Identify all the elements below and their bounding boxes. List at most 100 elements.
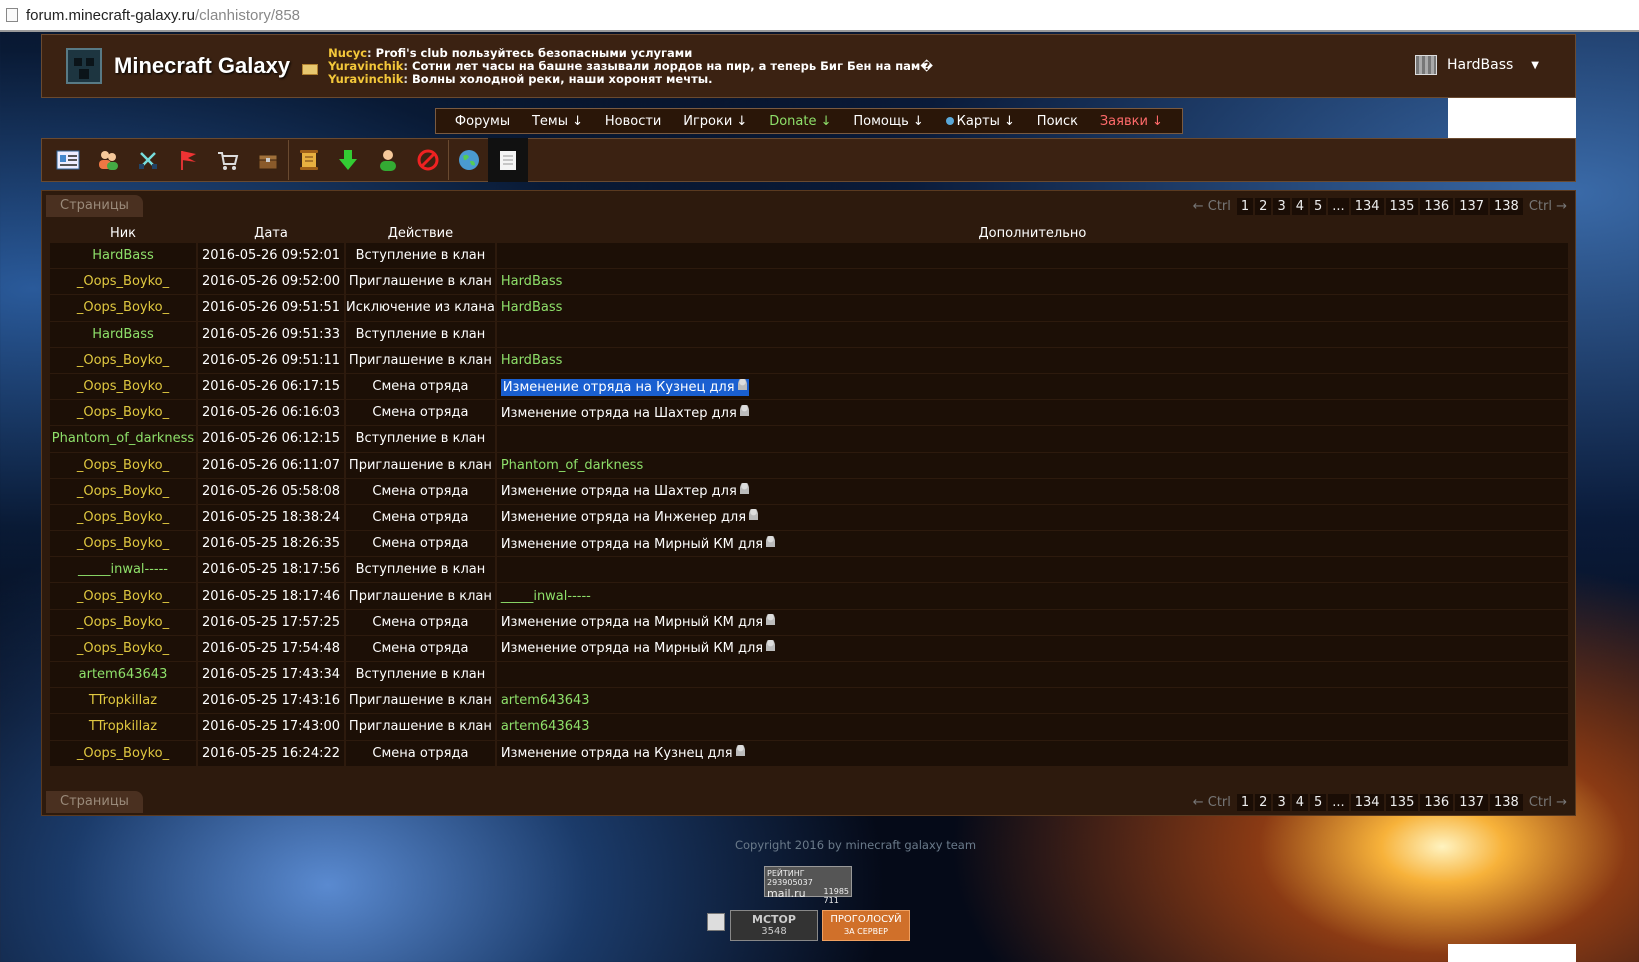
rating-number: 711	[823, 896, 839, 905]
nav-forums[interactable]: Форумы	[455, 114, 510, 129]
chat-user[interactable]: Nucyc	[328, 46, 367, 60]
nick-cell[interactable]: _Oops_Boyko_	[50, 478, 196, 504]
nick-cell[interactable]: _Oops_Boyko_	[50, 740, 196, 766]
nick-cell[interactable]: _Oops_Boyko_	[50, 295, 196, 321]
action-cell: Вступление в клан	[346, 557, 495, 583]
vote-button[interactable]: ПРОГОЛОСУЙ ЗА СЕРВЕР	[822, 910, 910, 941]
action-cell: Смена отряда	[346, 635, 495, 661]
page-link[interactable]: 134	[1350, 197, 1384, 215]
nick-cell[interactable]: Phantom_of_darkness	[50, 426, 196, 452]
nick-cell[interactable]: TTropkillaz	[50, 714, 196, 740]
globe-icon[interactable]	[448, 140, 488, 180]
nick-cell[interactable]: HardBass	[50, 243, 196, 269]
player-icon[interactable]	[368, 140, 408, 180]
nav-news[interactable]: Новости	[605, 114, 662, 129]
player-link[interactable]: HardBass	[501, 353, 563, 368]
page-link[interactable]: 3	[1273, 793, 1290, 811]
extra-cell: HardBass	[496, 269, 1568, 295]
next-page-link[interactable]: Ctrl →	[1525, 795, 1571, 810]
nick-cell[interactable]: _Oops_Boyko_	[50, 373, 196, 400]
username[interactable]: HardBass	[1447, 57, 1513, 73]
nick-cell[interactable]: TTropkillaz	[50, 688, 196, 714]
table-row: TTropkillaz 2016-05-25 17:43:00 Приглашени…	[50, 714, 1568, 740]
mctop-badge[interactable]: MCTOP 3548	[730, 910, 818, 941]
squad-change-text: Изменение отряда на Мирный КМ для	[500, 641, 764, 657]
users-icon[interactable]	[88, 140, 128, 180]
page-link[interactable]: 2	[1255, 793, 1272, 811]
page-link[interactable]: 1	[1236, 197, 1254, 215]
page-link[interactable]: 137	[1455, 197, 1489, 215]
date-cell: 2016-05-26 09:51:33	[198, 321, 344, 347]
envelope-icon[interactable]	[302, 63, 319, 75]
chest-icon[interactable]	[248, 140, 288, 180]
player-link[interactable]: artem643643	[501, 719, 590, 734]
nick-cell[interactable]: _Oops_Boyko_	[50, 452, 196, 478]
page-link[interactable]: 136	[1420, 197, 1454, 215]
player-link[interactable]: artem643643	[501, 693, 590, 708]
nav-help[interactable]: Помощь ↓	[853, 114, 923, 129]
nick-cell[interactable]: _Oops_Boyko_	[50, 635, 196, 661]
player-link[interactable]: Phantom_of_darkness	[501, 458, 643, 473]
page-link[interactable]: 137	[1455, 793, 1489, 811]
nick-cell[interactable]: artem643643	[50, 662, 196, 688]
nav-search[interactable]: Поиск	[1037, 114, 1078, 129]
user-menu[interactable]: HardBass ▼	[1415, 55, 1539, 75]
date-cell: 2016-05-25 17:43:16	[198, 688, 344, 714]
address-bar[interactable]: forum.minecraft-galaxy.ru/clanhistory/85…	[0, 0, 1639, 32]
creeper-logo-icon[interactable]	[66, 48, 102, 84]
download-arrow-icon[interactable]	[328, 140, 368, 180]
page-link[interactable]: 4	[1291, 197, 1309, 215]
date-cell: 2016-05-25 17:43:34	[198, 662, 344, 688]
nick-cell[interactable]: _Oops_Boyko_	[50, 400, 196, 426]
page-link[interactable]: 138	[1490, 197, 1523, 215]
page-link[interactable]: 5	[1310, 197, 1327, 215]
avatar	[1415, 55, 1438, 75]
page-link[interactable]: 2	[1255, 197, 1272, 215]
dropdown-arrow-icon[interactable]: ▼	[1531, 60, 1539, 71]
profile-card-icon[interactable]	[48, 140, 88, 180]
shop-cart-icon[interactable]	[208, 140, 248, 180]
page-link[interactable]: 135	[1385, 197, 1419, 215]
nick-cell[interactable]: HardBass	[50, 321, 196, 347]
extra-cell: artem643643	[496, 688, 1568, 714]
page-link[interactable]: 4	[1291, 793, 1309, 811]
page-link[interactable]: 138	[1490, 793, 1523, 811]
page-link[interactable]: 3	[1273, 197, 1290, 215]
page-link[interactable]: 135	[1385, 793, 1419, 811]
player-link[interactable]: HardBass	[501, 300, 563, 315]
pagination-top: Страницы ← Ctrl 1 2 3 4 5 ... 134 135 13…	[46, 195, 1573, 217]
page-link[interactable]: 136	[1420, 793, 1454, 811]
notepad-icon[interactable]	[488, 138, 528, 182]
ban-icon[interactable]	[408, 140, 448, 180]
nick-cell[interactable]: _Oops_Boyko_	[50, 609, 196, 635]
page-link[interactable]: 5	[1310, 793, 1327, 811]
nav-topics[interactable]: Темы ↓	[532, 114, 583, 129]
nick-cell[interactable]: _Oops_Boyko_	[50, 583, 196, 609]
chat-user[interactable]: Yuravinchik	[328, 59, 403, 73]
scroll-icon[interactable]	[288, 140, 328, 180]
nav-maps[interactable]: Карты ↓	[945, 114, 1015, 129]
prev-page-link[interactable]: ← Ctrl	[1189, 199, 1235, 214]
mailru-rating-badge[interactable]: РЕЙТИНГ 293905037 mail.ru 11985 711	[764, 866, 852, 905]
next-page-link[interactable]: Ctrl →	[1525, 199, 1571, 214]
nav-players[interactable]: Игроки ↓	[683, 114, 747, 129]
player-link[interactable]: _____inwal-----	[501, 589, 591, 604]
nick-cell[interactable]: _Oops_Boyko_	[50, 347, 196, 373]
table-row: _Oops_Boyko_ 2016-05-26 05:58:08 Смена отр…	[50, 478, 1568, 504]
nav-donate[interactable]: Donate ↓	[769, 114, 831, 129]
prev-page-link[interactable]: ← Ctrl	[1189, 795, 1235, 810]
page-link[interactable]: 134	[1350, 793, 1384, 811]
crossed-swords-icon[interactable]	[128, 140, 168, 180]
nick-cell[interactable]: _Oops_Boyko_	[50, 531, 196, 557]
chat-user[interactable]: Yuravinchik	[328, 72, 403, 86]
table-row: _Oops_Boyko_ 2016-05-26 09:51:51 Исключени…	[50, 295, 1568, 321]
nick-cell[interactable]: _____inwal-----	[50, 557, 196, 583]
nick-cell[interactable]: _Oops_Boyko_	[50, 504, 196, 531]
site-title[interactable]: Minecraft Galaxy	[114, 53, 290, 79]
player-link[interactable]: HardBass	[501, 274, 563, 289]
page-link[interactable]: 1	[1236, 793, 1254, 811]
date-cell: 2016-05-25 18:17:46	[198, 583, 344, 609]
nav-requests[interactable]: Заявки ↓	[1100, 114, 1163, 129]
clan-flag-icon[interactable]	[168, 140, 208, 180]
nick-cell[interactable]: _Oops_Boyko_	[50, 269, 196, 295]
